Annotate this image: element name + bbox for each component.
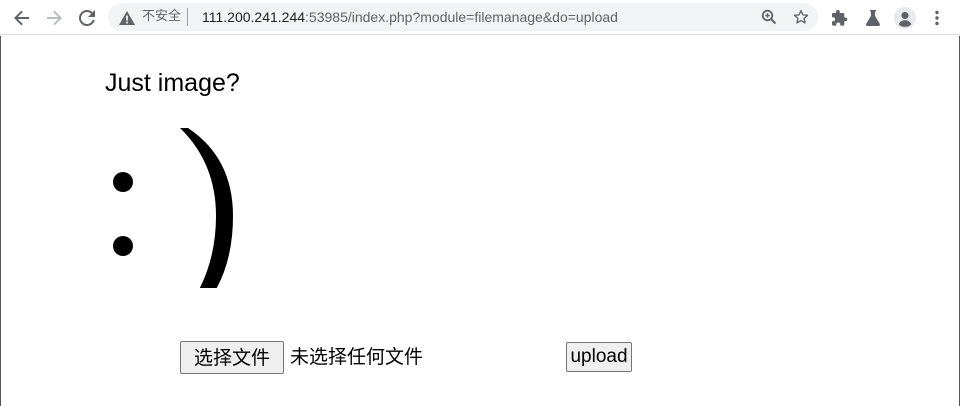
back-icon[interactable] — [8, 4, 36, 32]
url-text[interactable]: 111.200.241.244:53985/index.php?module=f… — [202, 9, 618, 25]
browser-toolbar: 不安全 111.200.241.244:53985/index.php?modu… — [0, 0, 960, 35]
smiley-eye-top — [113, 172, 133, 192]
zoom-icon[interactable] — [758, 6, 780, 28]
smiley-mouth — [180, 128, 233, 308]
page-content: Just image? : ) 选择文件 未选择任何文件 upload — [0, 36, 960, 406]
choose-file-button[interactable]: 选择文件 — [180, 341, 284, 374]
forward-icon[interactable] — [40, 4, 68, 32]
warning-icon[interactable] — [119, 10, 135, 29]
page-heading: Just image? — [105, 69, 240, 97]
extensions-icon[interactable] — [826, 4, 854, 32]
smiley-glyph: : ) — [113, 128, 233, 308]
smiley-eye-bottom — [113, 236, 133, 256]
labs-icon[interactable] — [859, 4, 887, 32]
star-icon[interactable] — [790, 6, 812, 28]
profile-icon[interactable] — [891, 4, 919, 32]
menu-icon[interactable] — [923, 4, 951, 32]
upload-form: 选择文件 未选择任何文件 upload — [0, 340, 960, 376]
omnibox-divider — [187, 8, 188, 26]
security-status-label[interactable]: 不安全 — [142, 9, 181, 25]
smiley-face: : ) — [108, 118, 238, 308]
address-bar[interactable]: 不安全 111.200.241.244:53985/index.php?modu… — [108, 3, 818, 31]
upload-button[interactable]: upload — [566, 342, 632, 372]
reload-icon[interactable] — [73, 4, 101, 32]
url-host: 111.200.241.244 — [202, 9, 306, 25]
file-status-text: 未选择任何文件 — [290, 346, 424, 368]
url-path: :53985/index.php?module=filemanage&do=up… — [305, 9, 618, 25]
